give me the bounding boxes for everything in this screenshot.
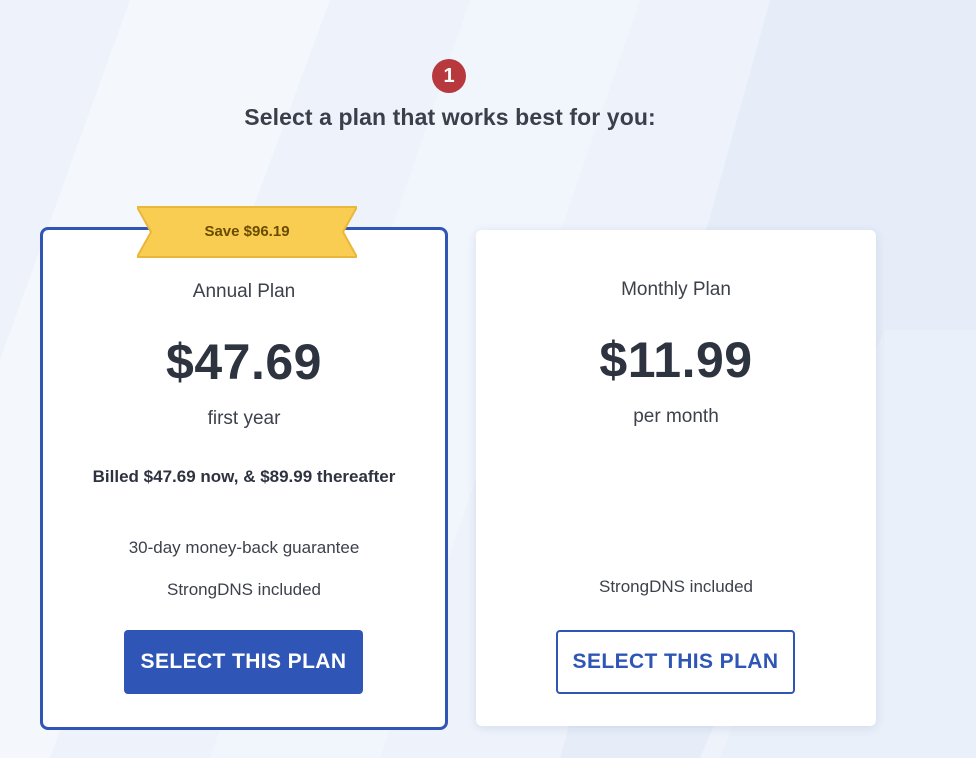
savings-ribbon: Save $96.19 (137, 205, 357, 259)
plan-name: Annual Plan (192, 281, 296, 302)
step-number-badge: 1 (432, 59, 466, 93)
plan-name: Monthly Plan (621, 279, 731, 300)
feature-strongdns: StrongDNS included (166, 580, 322, 599)
plan-card-annual[interactable]: Save $96.19 Annual Plan $47.69 first yea… (40, 206, 448, 730)
price-period: per month (633, 406, 719, 427)
plan-card-monthly[interactable]: Monthly Plan $11.99 per month StrongDNS … (476, 230, 876, 726)
savings-badge-label: Save $96.19 (204, 223, 290, 240)
billing-note: Billed $47.69 now, & $89.99 thereafter (92, 467, 396, 486)
price-period: first year (207, 408, 281, 429)
plan-price: $11.99 (599, 332, 753, 388)
select-monthly-plan-button[interactable]: SELECT THIS PLAN (556, 630, 795, 694)
page-title: Select a plan that works best for you: (244, 104, 656, 130)
feature-strongdns: StrongDNS included (598, 577, 754, 596)
feature-money-back-guarantee: 30-day money-back guarantee (128, 538, 360, 557)
plan-price: $47.69 (166, 334, 322, 390)
select-annual-plan-button[interactable]: SELECT THIS PLAN (124, 630, 363, 694)
